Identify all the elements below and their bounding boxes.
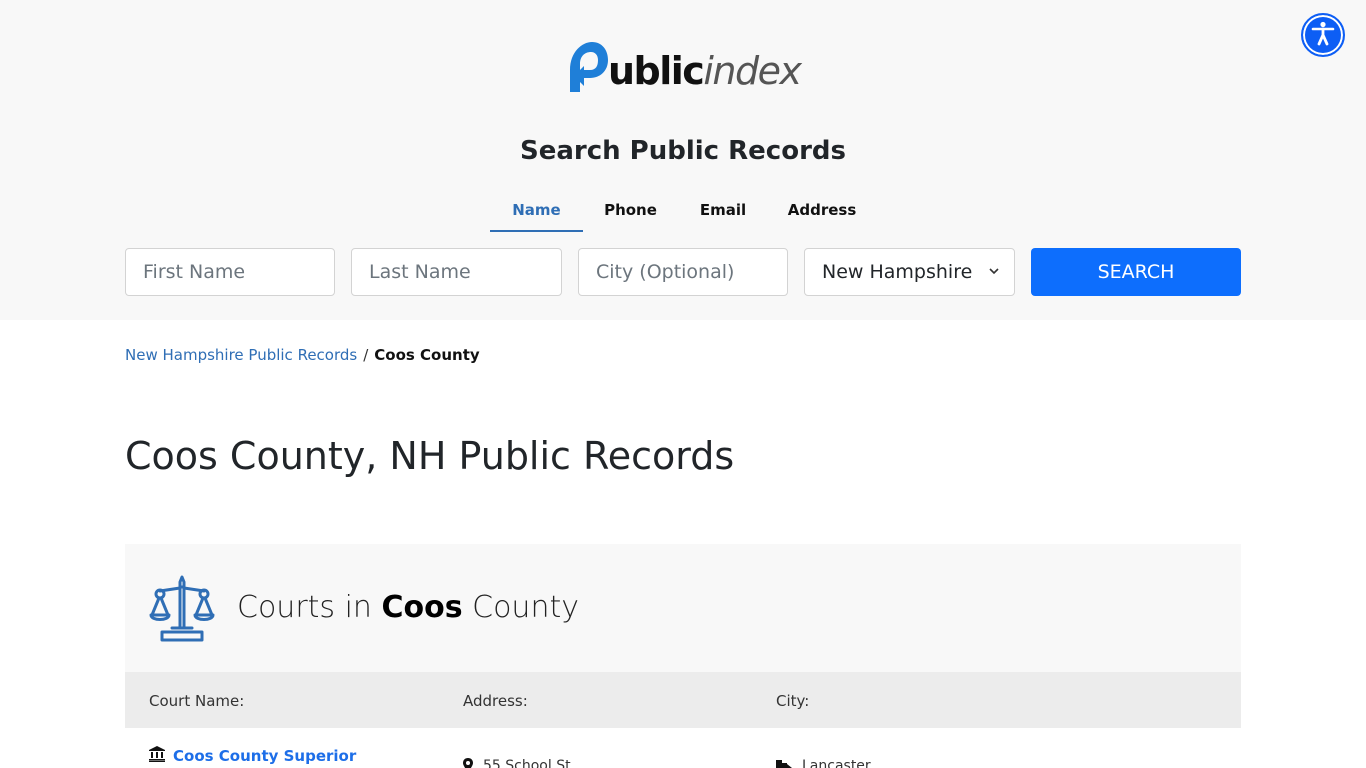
tab-phone[interactable]: Phone	[583, 196, 678, 232]
state-select-value: New Hampshire	[822, 261, 973, 283]
court-city: Lancaster	[802, 758, 871, 768]
page-title: Coos County, NH Public Records	[125, 434, 735, 478]
breadcrumb: New Hampshire Public Records / Coos Coun…	[125, 346, 480, 364]
search-title: Search Public Records	[519, 136, 846, 166]
map-marker-icon	[463, 758, 473, 768]
chevron-down-icon	[988, 249, 1000, 314]
court-name-cell: Coos County Superior	[149, 746, 356, 766]
logo-arrow-icon	[566, 40, 610, 94]
search-tabs: Name Phone Email Address	[490, 196, 876, 232]
column-address: Address:	[463, 692, 528, 710]
column-city: City:	[776, 692, 810, 710]
tab-address[interactable]: Address	[768, 196, 876, 232]
city-input[interactable]: City (Optional)	[578, 248, 788, 296]
breadcrumb-link-state[interactable]: New Hampshire Public Records	[125, 346, 357, 364]
logo-text-light: index	[703, 49, 802, 93]
last-name-input[interactable]: Last Name	[351, 248, 562, 296]
table-row: Coos County Superior 55 School St Lancas…	[125, 728, 1241, 768]
logo-text-bold: ublic	[608, 49, 705, 93]
court-link[interactable]: Coos County Superior	[173, 747, 356, 765]
address-cell: 55 School St	[463, 758, 571, 768]
court-address: 55 School St	[483, 758, 571, 768]
publicindex-logo[interactable]: ublic index	[566, 38, 802, 94]
tab-email[interactable]: Email	[678, 196, 768, 232]
city-cell: Lancaster	[776, 758, 871, 768]
first-name-input[interactable]: First Name	[125, 248, 335, 296]
search-button[interactable]: SEARCH	[1031, 248, 1241, 296]
courts-section-header: Courts in Coos County	[125, 544, 1241, 672]
state-select[interactable]: New Hampshire	[804, 248, 1015, 296]
courts-heading-suffix: County	[472, 590, 579, 625]
accessibility-person-icon	[1310, 20, 1336, 50]
breadcrumb-current: Coos County	[374, 346, 480, 364]
scales-of-justice-icon	[149, 574, 215, 642]
courts-heading-county: Coos	[381, 590, 463, 625]
breadcrumb-separator: /	[363, 346, 369, 364]
courthouse-icon	[149, 746, 165, 766]
courts-heading: Courts in Coos County	[237, 590, 579, 625]
accessibility-button[interactable]	[1301, 13, 1345, 57]
tab-name[interactable]: Name	[490, 196, 583, 232]
city-buildings-icon	[776, 758, 792, 768]
courts-heading-prefix: Courts in	[237, 590, 372, 625]
column-court-name: Court Name:	[149, 692, 245, 710]
search-hero: ublic index Search Public Records Name P…	[0, 0, 1366, 320]
courts-table-header: Court Name: Address: City:	[125, 672, 1241, 728]
